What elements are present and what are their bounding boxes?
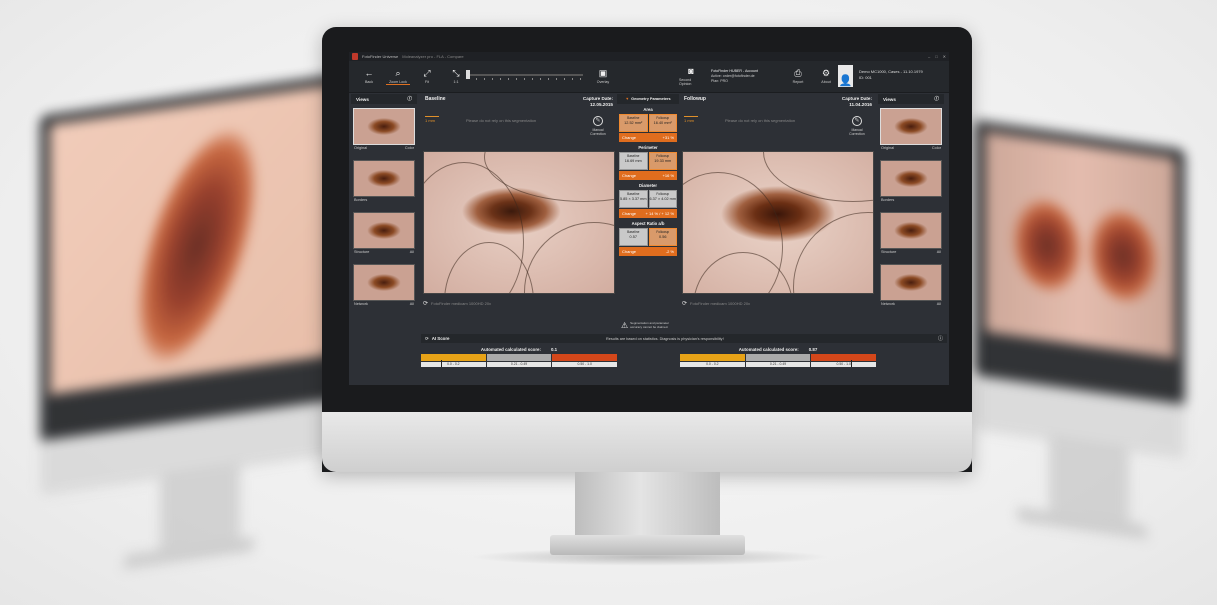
metric-aspect-ratio: Aspect Ratio a/b Baseline 0.57 Followup 0.5… — [619, 221, 677, 256]
baseline-panel: Baseline Capture Date: 12.05.2015 1 mm Pl… — [421, 94, 617, 316]
baseline-score-value: 0.1 — [550, 347, 558, 352]
score-marker — [440, 360, 442, 367]
collapse-icon[interactable]: ▼ — [625, 97, 629, 101]
scale-bar: 1 mm — [684, 116, 698, 123]
views-panel-right: Views ⓘ Original Color Borders Structure Al… — [878, 94, 944, 316]
back-button[interactable]: ← Back — [357, 68, 381, 85]
followup-score-value: 0.87 — [808, 347, 818, 352]
metric-diameter: Diameter Baseline 5.85 × 3.37 mm Followup 6… — [619, 183, 677, 218]
views-title: Views — [883, 96, 896, 102]
about-button[interactable]: ⚙ About — [814, 68, 838, 85]
followup-device: ⟳ FotoFinder medicam 1000HD 20x — [682, 300, 751, 307]
geometry-note: ⚠ Segmentation and parameter accuracy can… — [621, 321, 670, 330]
baseline-title: Baseline — [425, 96, 446, 102]
info-icon[interactable]: ⓘ — [407, 96, 412, 102]
second-opinion-button[interactable]: ◙ Second Opinion — [679, 66, 703, 87]
one-to-one-button[interactable]: ⤡ 1:1 — [444, 68, 468, 85]
info-icon[interactable]: ⓘ — [934, 96, 939, 102]
monitor-stand — [575, 472, 720, 542]
maximize-icon[interactable]: □ — [935, 54, 937, 59]
ai-rotate-icon[interactable]: ⟳ — [425, 336, 429, 342]
segmentation-warning: Please do not rely on this segmentation — [725, 118, 796, 123]
followup-panel: Followup Capture Date: 11.04.2016 1 mm Pl… — [680, 94, 876, 316]
ai-note: Results are based on statistics. Diagnos… — [606, 336, 724, 341]
zoom-lock-button[interactable]: ⌕ Zoom Lock — [386, 67, 410, 85]
score-marker — [850, 360, 852, 367]
views-panel-left: Views ⓘ Original Color Borders Structure Al… — [351, 94, 417, 316]
report-button[interactable]: ⎙ Report — [786, 68, 810, 85]
manual-correction-button[interactable]: ✎ Manual Correction — [844, 116, 870, 136]
fit-button[interactable]: ⤢ Fit — [415, 68, 439, 85]
close-icon[interactable]: ✕ — [943, 54, 946, 59]
metric-area: Area Baseline 12.52 mm² Followup 16.40 mm² … — [619, 107, 677, 142]
arrow-left-icon: ← — [364, 68, 374, 78]
ai-score-bar: ⟳ AI Score Results are based on statisti… — [421, 334, 947, 343]
patient-avatar: 👤 — [838, 65, 853, 87]
view-borders[interactable]: Borders — [880, 160, 942, 208]
background-monitor-right — [975, 120, 1185, 540]
expand-icon: ⤢ — [423, 68, 431, 78]
rotate-icon[interactable]: ⟳ — [682, 300, 687, 307]
minimize-icon[interactable]: – — [928, 54, 930, 59]
camera-icon: ◙ — [688, 66, 694, 76]
geometry-parameters: ▼ Geometry Parameters Area Baseline 12.52 … — [617, 94, 679, 334]
view-original[interactable]: Original Color — [880, 108, 942, 156]
person-icon: 👤 — [838, 75, 853, 87]
monitor-chin — [322, 412, 972, 472]
monitor-foot — [550, 535, 745, 555]
printer-icon: ⎙ — [794, 68, 802, 78]
view-network[interactable]: Network All — [353, 264, 415, 312]
overlay-icon: ▣ — [598, 68, 608, 78]
gears-icon: ⚙ — [821, 68, 831, 78]
view-network[interactable]: Network All — [880, 264, 942, 312]
followup-dermoscopy-image[interactable] — [682, 151, 874, 294]
zoom-slider[interactable] — [466, 70, 583, 80]
ai-score-title: AI Score — [431, 336, 450, 341]
patient-info: Demo MC1000, Cases - 11.10.1979 ID: 001 — [859, 69, 923, 80]
app-window: FotoFinder Universe Moleanalyzer pro - F… — [349, 52, 949, 385]
followup-title: Followup — [684, 96, 706, 102]
baseline-ai-score: Automated calculated score: 0.1 0.0 - 0.2… — [421, 347, 618, 367]
pencil-icon: ✎ — [593, 116, 603, 126]
warning-icon: ⚠ — [621, 321, 629, 330]
account-info: FotoFinder HUBER - Account Active: order… — [711, 69, 758, 83]
baseline-device: ⟳ FotoFinder medicam 1000HD 20x — [423, 300, 492, 307]
segmentation-warning: Please do not rely on this segmentation — [466, 118, 537, 123]
manual-correction-button[interactable]: ✎ Manual Correction — [585, 116, 611, 136]
baseline-capture-date: 12.05.2015 — [590, 102, 613, 107]
view-structure[interactable]: Structure All — [880, 212, 942, 260]
view-structure[interactable]: Structure All — [353, 212, 415, 260]
app-title: FotoFinder Universe — [362, 54, 399, 59]
view-borders[interactable]: Borders — [353, 160, 415, 208]
baseline-dermoscopy-image[interactable] — [423, 151, 615, 294]
app-logo-icon — [352, 53, 358, 60]
view-original[interactable]: Original Color — [353, 108, 415, 156]
module-title: Moleanalyzer pro - FLA - Compare — [402, 54, 464, 59]
followup-capture-date: 11.04.2016 — [849, 102, 872, 107]
views-title: Views — [356, 96, 369, 102]
followup-ai-score: Automated calculated score: 0.87 0.0 - 0.… — [680, 347, 877, 367]
metric-perimeter: Perimeter Baseline 16.69 mm Followup 19.33 … — [619, 145, 677, 180]
toolbar: ← Back ⌕ Zoom Lock ⤢ Fit ⤡ 1:1 ▣ Overlay ◙ Sec… — [349, 61, 949, 93]
overlay-button[interactable]: ▣ Overlay — [591, 68, 615, 85]
background-monitor-left — [40, 73, 340, 570]
scale-bar: 1 mm — [425, 116, 439, 123]
info-icon[interactable]: ⓘ — [938, 335, 943, 342]
rotate-icon[interactable]: ⟳ — [423, 300, 428, 307]
pencil-icon: ✎ — [852, 116, 862, 126]
compress-icon: ⤡ — [452, 68, 460, 78]
zoom-icon: ⌕ — [395, 67, 401, 78]
zoom-slider-handle[interactable] — [466, 70, 470, 79]
title-bar: FotoFinder Universe Moleanalyzer pro - F… — [349, 52, 949, 61]
